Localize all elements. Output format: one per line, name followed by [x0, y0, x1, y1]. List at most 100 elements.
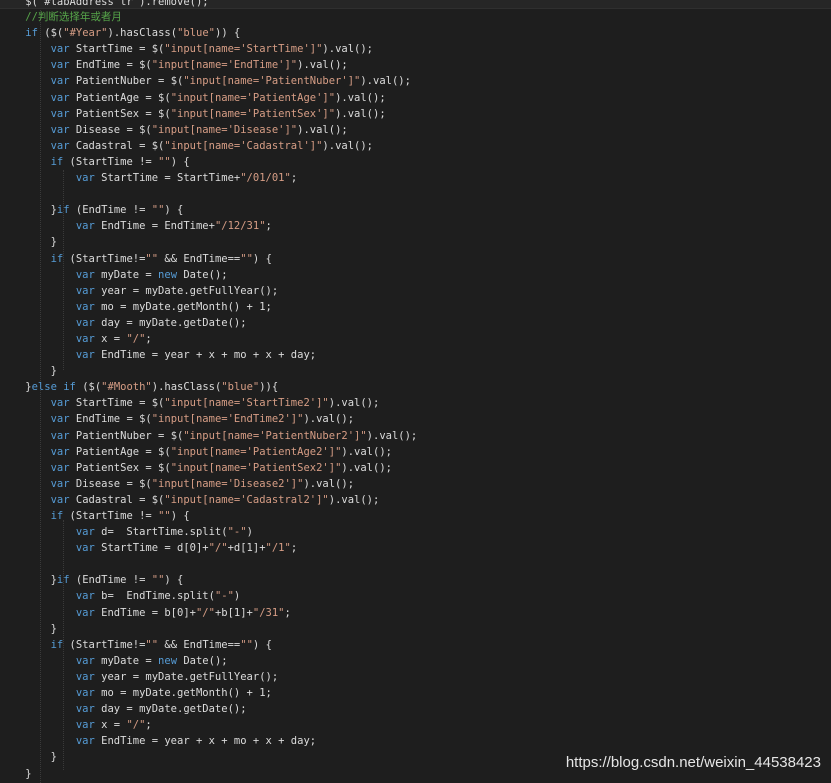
- code-token: var: [50, 91, 70, 104]
- code-token: ).val();: [360, 75, 411, 88]
- code-token: PatientNuber = $(: [69, 429, 184, 442]
- code-line[interactable]: if (StartTime != "") {: [0, 154, 831, 170]
- code-token: (StartTime !=: [63, 155, 159, 168]
- code-token: }: [0, 767, 32, 780]
- code-line[interactable]: }: [0, 234, 831, 250]
- code-token: }: [0, 365, 57, 378]
- code-line[interactable]: var day = myDate.getDate();: [0, 701, 831, 717]
- code-token: var: [50, 445, 70, 458]
- code-editor[interactable]: $("#tabAddress tr").remove(); //判断选择年或者月…: [0, 0, 831, 783]
- code-token: var: [75, 719, 95, 732]
- code-line[interactable]: var Cadastral = $("input[name='Cadastral…: [0, 138, 831, 154]
- code-token: ;: [145, 719, 152, 732]
- code-token: }: [0, 622, 57, 635]
- code-token: year = myDate.getFullYear();: [94, 670, 279, 683]
- code-line[interactable]: var b= EndTime.split("-"): [0, 588, 831, 604]
- code-token: ).val();: [322, 139, 373, 152]
- code-area[interactable]: $("#tabAddress tr").remove(); //判断选择年或者月…: [0, 0, 831, 783]
- code-token: "": [240, 638, 253, 651]
- code-line[interactable]: var x = "/";: [0, 331, 831, 347]
- code-token: StartTime = d[0]+: [94, 542, 209, 555]
- code-line[interactable]: var myDate = new Date();: [0, 653, 831, 669]
- code-line[interactable]: var myDate = new Date();: [0, 267, 831, 283]
- code-token: "blue": [221, 381, 260, 394]
- code-token: ).val();: [328, 493, 380, 506]
- code-line[interactable]: var x = "/";: [0, 717, 831, 733]
- code-line[interactable]: [0, 186, 831, 202]
- code-token: "/": [126, 332, 146, 345]
- code-token: "input[name='PatientSex2']": [170, 461, 342, 474]
- code-token: mo = myDate.getMonth() + 1;: [94, 300, 272, 313]
- code-line[interactable]: var PatientNuber = $("input[name='Patien…: [0, 73, 831, 89]
- code-line[interactable]: var StartTime = $("input[name='StartTime…: [0, 395, 831, 411]
- code-line[interactable]: var EndTime = EndTime+"/12/31";: [0, 218, 831, 234]
- code-line[interactable]: [0, 556, 831, 572]
- code-line[interactable]: var PatientAge = $("input[name='PatientA…: [0, 90, 831, 106]
- code-token: var: [75, 703, 95, 716]
- code-line[interactable]: if ($("#Year").hasClass("blue")) {: [0, 25, 831, 41]
- code-line[interactable]: var PatientNuber = $("input[name='Patien…: [0, 428, 831, 444]
- code-line[interactable]: $("#tabAddress tr").remove();: [0, 0, 831, 10]
- code-line[interactable]: }if (EndTime != "") {: [0, 572, 831, 588]
- code-line[interactable]: var Disease = $("input[name='Disease']")…: [0, 122, 831, 138]
- code-token: ) {: [170, 510, 190, 522]
- code-token: StartTime = StartTime+: [94, 172, 241, 185]
- code-token: ).val();: [297, 123, 348, 136]
- code-line[interactable]: var PatientSex = $("input[name='PatientS…: [0, 106, 831, 122]
- code-line[interactable]: var EndTime = year + x + mo + x + day;: [0, 347, 831, 363]
- code-token: "input[name='PatientNuber']": [183, 75, 361, 88]
- code-token: "input[name='EndTime']": [151, 59, 298, 72]
- code-token: "input[name='PatientNuber2']": [183, 429, 367, 442]
- code-line[interactable]: var EndTime = $("input[name='EndTime']")…: [0, 57, 831, 73]
- code-line[interactable]: var PatientAge = $("input[name='PatientA…: [0, 444, 831, 460]
- code-line[interactable]: }: [0, 363, 831, 379]
- code-token: "input[name='StartTime']": [164, 43, 323, 56]
- code-line[interactable]: }if (EndTime != "") {: [0, 202, 831, 218]
- code-token: }: [0, 574, 57, 587]
- code-line[interactable]: var d= StartTime.split("-"): [0, 524, 831, 540]
- code-token: var: [75, 526, 95, 539]
- code-line[interactable]: var PatientSex = $("input[name='PatientS…: [0, 460, 831, 476]
- code-line[interactable]: if (StartTime!="" && EndTime=="") {: [0, 637, 831, 653]
- code-token: StartTime = $(: [69, 397, 165, 410]
- code-line[interactable]: var year = myDate.getFullYear();: [0, 669, 831, 685]
- code-line[interactable]: var EndTime = b[0]+"/"+b[1]+"/31";: [0, 605, 831, 621]
- code-line[interactable]: var mo = myDate.getMonth() + 1;: [0, 685, 831, 701]
- code-token: EndTime = year + x + mo + x + day;: [94, 735, 317, 748]
- code-line[interactable]: var Disease = $("input[name='Disease2']"…: [0, 476, 831, 492]
- code-line[interactable]: var StartTime = d[0]+"/"+d[1]+"/1";: [0, 540, 831, 556]
- code-line[interactable]: }: [0, 621, 831, 637]
- code-line[interactable]: var EndTime = year + x + mo + x + day;: [0, 733, 831, 749]
- code-token: ).val();: [322, 43, 373, 56]
- code-line[interactable]: var StartTime = StartTime+"/01/01";: [0, 170, 831, 186]
- code-line[interactable]: var year = myDate.getFullYear();: [0, 283, 831, 299]
- code-line[interactable]: var day = myDate.getDate();: [0, 315, 831, 331]
- code-line[interactable]: var Cadastral = $("input[name='Cadastral…: [0, 492, 831, 508]
- code-token: "": [151, 574, 165, 587]
- code-token: ).val();: [366, 429, 418, 442]
- code-token: ).val();: [335, 91, 386, 104]
- code-line[interactable]: if (StartTime != "") {: [0, 508, 831, 524]
- code-token: var: [75, 542, 95, 555]
- code-line[interactable]: if (StartTime!="" && EndTime=="") {: [0, 251, 831, 267]
- code-token: var: [50, 75, 70, 88]
- code-token: if: [25, 27, 38, 40]
- code-line[interactable]: }else if ($("#Mooth").hasClass("blue")){: [0, 379, 831, 395]
- code-token: myDate =: [94, 654, 159, 667]
- code-line[interactable]: //判断选择年或者月: [0, 9, 831, 25]
- code-token: ).val();: [328, 397, 380, 410]
- code-line[interactable]: var mo = myDate.getMonth() + 1;: [0, 299, 831, 315]
- code-line[interactable]: var StartTime = $("input[name='StartTime…: [0, 41, 831, 57]
- code-token: "/12/31": [214, 220, 266, 233]
- code-line[interactable]: var EndTime = $("input[name='EndTime2']"…: [0, 411, 831, 427]
